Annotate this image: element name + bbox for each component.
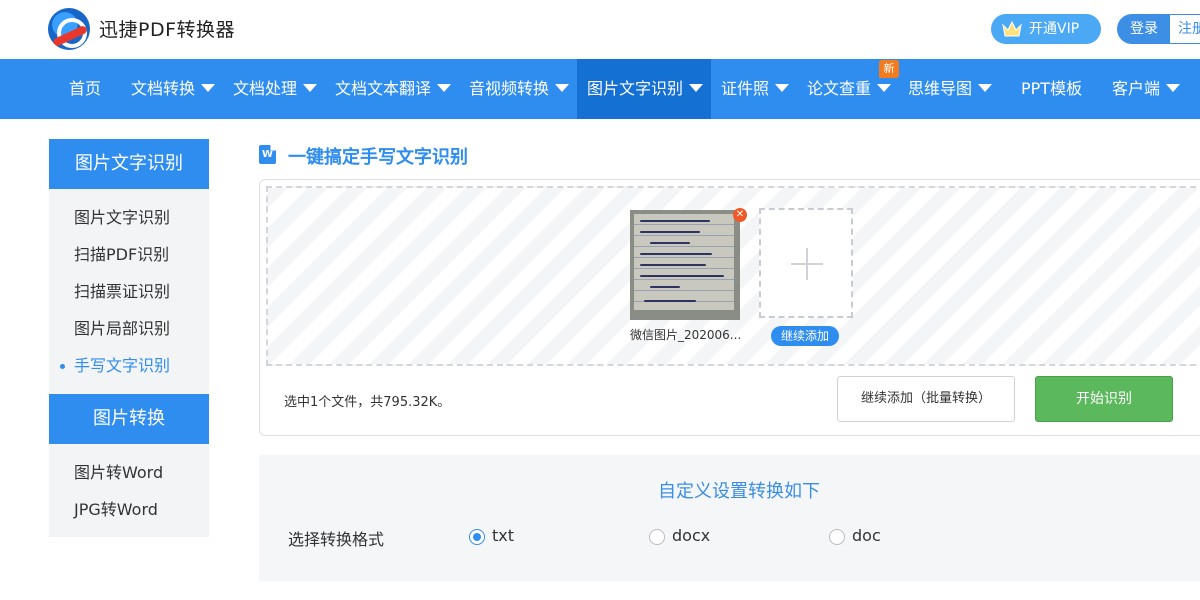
logo-icon[interactable] bbox=[48, 8, 90, 50]
ink-line bbox=[640, 264, 706, 266]
nav-item-image-ocr[interactable]: 图片文字识别 bbox=[577, 59, 711, 119]
ink-line bbox=[650, 286, 680, 288]
caret-down-icon bbox=[877, 84, 892, 92]
register-button[interactable]: 注册 bbox=[1170, 15, 1200, 43]
sidebar-item-scan-ticket[interactable]: 扫描票证识别 bbox=[74, 280, 170, 304]
sidebar-item-label: 手写文字识别 bbox=[74, 356, 171, 375]
caret-down-icon bbox=[201, 84, 216, 92]
nav-label: 图片文字识别 bbox=[587, 79, 684, 98]
caret-down-icon bbox=[555, 84, 570, 92]
nav-label: 文档文本翻译 bbox=[335, 79, 432, 98]
nav-item-doc-process[interactable]: 文档处理 bbox=[233, 59, 318, 119]
ink-line bbox=[640, 253, 712, 255]
caret-down-icon bbox=[775, 84, 790, 92]
word-doc-icon: W bbox=[259, 145, 276, 164]
handwriting-image bbox=[634, 214, 734, 310]
radio-txt[interactable] bbox=[469, 529, 485, 545]
active-dot bbox=[60, 364, 65, 369]
nav-item-home[interactable]: 首页 bbox=[52, 59, 118, 119]
file-thumbnail[interactable] bbox=[630, 210, 740, 320]
sidebar-item-partial-ocr[interactable]: 图片局部识别 bbox=[74, 317, 170, 341]
nav-item-translate[interactable]: 文档文本翻译 bbox=[335, 59, 452, 119]
nav-label: 首页 bbox=[68, 79, 101, 98]
nav-label: 音视频转换 bbox=[469, 79, 550, 98]
vip-label: 开通VIP bbox=[1029, 21, 1080, 37]
sidebar-item-jpg-to-word[interactable]: JPG转Word bbox=[74, 498, 158, 522]
sidebar-item-scan-pdf[interactable]: 扫描PDF识别 bbox=[74, 243, 169, 267]
upload-card: ✕ 微信图片_202006... 继续添加 选中1个文件，共795.32K。 继… bbox=[259, 179, 1200, 436]
file-name: 微信图片_202006... bbox=[630, 328, 742, 342]
crown-icon bbox=[1002, 20, 1022, 37]
nav-item-doc-convert[interactable]: 文档转换 bbox=[131, 59, 216, 119]
ink-line bbox=[640, 220, 710, 222]
new-badge: 新 bbox=[879, 60, 899, 78]
nav-item-ppt-template[interactable]: PPT模板 bbox=[1021, 59, 1082, 119]
sidebar-item-image-ocr[interactable]: 图片文字识别 bbox=[74, 206, 170, 230]
nav-label: 文档处理 bbox=[233, 79, 298, 98]
drop-zone[interactable]: ✕ 微信图片_202006... 继续添加 bbox=[266, 186, 1200, 366]
caret-down-icon bbox=[689, 84, 704, 92]
nav-label: 客户端 bbox=[1112, 79, 1161, 98]
ink-line bbox=[644, 300, 696, 302]
nav-item-client[interactable]: 客户端 bbox=[1112, 59, 1181, 119]
nav-label: 论文查重 bbox=[807, 79, 872, 98]
caret-down-icon bbox=[437, 84, 452, 92]
caret-down-icon bbox=[978, 84, 993, 92]
nav-item-id-photo[interactable]: 证件照 bbox=[721, 59, 790, 119]
sidebar: 图片文字识别 图片文字识别 扫描PDF识别 扫描票证识别 图片局部识别 手写文字… bbox=[49, 139, 209, 537]
radio-docx[interactable] bbox=[649, 529, 665, 545]
top-header: 迅捷PDF转换器 开通VIP 登录 注册 bbox=[0, 0, 1200, 59]
file-summary: 选中1个文件，共795.32K。 bbox=[284, 395, 451, 410]
ink-line bbox=[650, 242, 690, 244]
sidebar-section-title: 图片文字识别 bbox=[49, 139, 209, 189]
sidebar-item-image-to-word[interactable]: 图片转Word bbox=[74, 461, 163, 485]
format-label: 选择转换格式 bbox=[288, 530, 385, 549]
sidebar-item-handwriting[interactable]: 手写文字识别 bbox=[60, 354, 171, 378]
batch-add-button[interactable]: 继续添加（批量转换） bbox=[837, 376, 1015, 422]
radio-doc[interactable] bbox=[829, 529, 845, 545]
page-title: 一键搞定手写文字识别 bbox=[288, 147, 468, 168]
start-recognition-button[interactable]: 开始识别 bbox=[1035, 376, 1173, 422]
nav-label: PPT模板 bbox=[1021, 79, 1083, 98]
close-icon[interactable]: ✕ bbox=[733, 208, 747, 222]
settings-panel: 自定义设置转换如下 选择转换格式 txt docx doc bbox=[259, 455, 1200, 581]
ink-line bbox=[640, 231, 700, 233]
settings-title: 自定义设置转换如下 bbox=[658, 481, 820, 502]
nav-item-av-convert[interactable]: 音视频转换 bbox=[469, 59, 570, 119]
auth-buttons: 登录 注册 bbox=[1117, 14, 1200, 44]
nav-label: 证件照 bbox=[721, 79, 770, 98]
brand-name[interactable]: 迅捷PDF转换器 bbox=[99, 15, 235, 42]
vip-button[interactable]: 开通VIP bbox=[991, 14, 1101, 44]
radio-label-doc[interactable]: doc bbox=[852, 526, 881, 545]
plus-icon bbox=[806, 248, 808, 280]
caret-down-icon bbox=[1166, 84, 1181, 92]
nav-item-mindmap[interactable]: 思维导图 bbox=[908, 59, 993, 119]
radio-label-txt[interactable]: txt bbox=[492, 526, 514, 545]
nav-label: 文档转换 bbox=[131, 79, 196, 98]
ink-line bbox=[640, 275, 724, 277]
add-file-tile[interactable] bbox=[759, 208, 853, 318]
main-nav: 首页 文档转换 文档处理 文档文本翻译 音视频转换 图片文字识别 证件照 论文查… bbox=[0, 59, 1200, 119]
login-button[interactable]: 登录 bbox=[1118, 15, 1170, 43]
nav-label: 思维导图 bbox=[908, 79, 973, 98]
sidebar-section-title: 图片转换 bbox=[49, 394, 209, 444]
caret-down-icon bbox=[303, 84, 318, 92]
radio-label-docx[interactable]: docx bbox=[672, 526, 710, 545]
add-more-button[interactable]: 继续添加 bbox=[771, 326, 839, 346]
